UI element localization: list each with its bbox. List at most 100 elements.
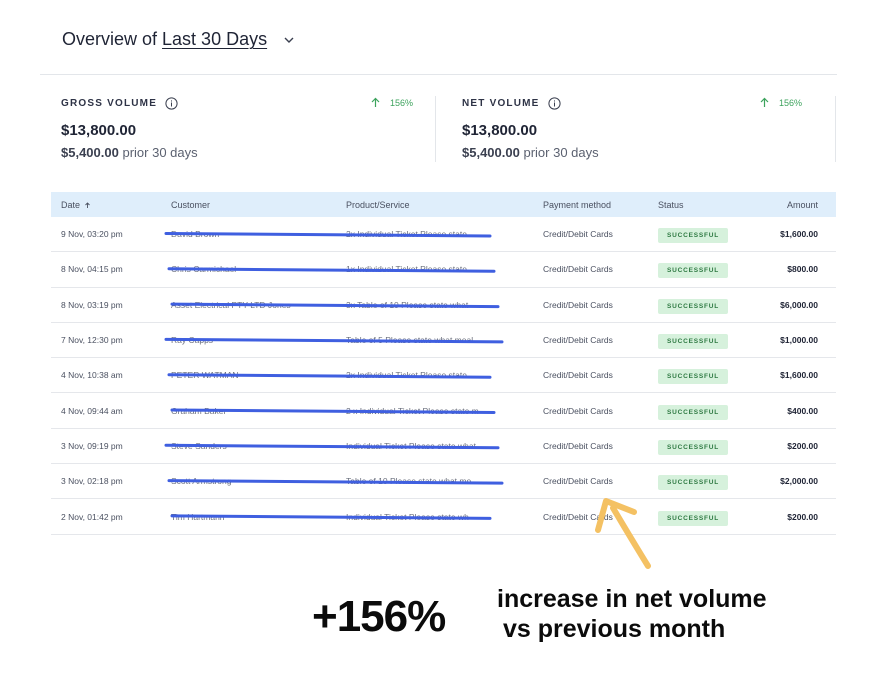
- status-badge: SUCCESSFUL: [658, 439, 729, 455]
- row-status: SUCCESSFUL: [658, 475, 729, 491]
- arrow-up-icon: [371, 97, 380, 107]
- row-payment-method: Credit/Debit Cards: [543, 229, 613, 240]
- table-row[interactable]: 3 Nov, 02:18 pm Scott Armstrong Table of 1…: [51, 464, 836, 500]
- info-icon[interactable]: [165, 96, 178, 110]
- sort-arrow-icon[interactable]: [84, 201, 91, 209]
- row-amount: $200.00: [787, 440, 818, 451]
- gross-volume-prior: $5,400.00 prior 30 days: [61, 145, 198, 160]
- table-row[interactable]: 4 Nov, 09:44 am Graham Baker 2 x Individua…: [51, 393, 836, 429]
- overview-prefix: Overview of: [62, 29, 158, 49]
- status-badge: SUCCESSFUL: [658, 369, 729, 385]
- column-payment: Payment method: [543, 199, 612, 210]
- row-status: SUCCESSFUL: [658, 334, 729, 350]
- row-payment-method: Credit/Debit Cards: [543, 370, 613, 381]
- row-date: 8 Nov, 03:19 pm: [61, 299, 123, 310]
- column-status: Status: [658, 199, 684, 210]
- column-customer: Customer: [171, 199, 211, 210]
- metric-divider: [835, 96, 836, 162]
- row-customer: Steve Sanders: [171, 440, 227, 451]
- row-amount: $1,000.00: [780, 335, 818, 346]
- row-customer: Graham Baker: [171, 405, 227, 416]
- row-payment-method: Credit/Debit Cards: [543, 299, 613, 310]
- row-amount: $800.00: [787, 264, 818, 275]
- row-status: SUCCESSFUL: [658, 369, 729, 385]
- row-payment-method: Credit/Debit Cards: [543, 405, 613, 416]
- row-amount: $400.00: [787, 405, 818, 416]
- annotation-caption-line2: vs previous month: [503, 615, 726, 643]
- row-payment-method: Credit/Debit Cards: [543, 476, 613, 487]
- column-date[interactable]: Date: [61, 200, 91, 210]
- status-badge: SUCCESSFUL: [658, 263, 729, 279]
- gross-volume-card: GROSS VOLUME 156% $13,800.00 $5,400.00 p…: [61, 96, 421, 160]
- table-row[interactable]: 7 Nov, 12:30 pm Ray Capps Table of 5 Pleas…: [51, 323, 836, 359]
- row-date: 9 Nov, 03:20 pm: [61, 229, 123, 240]
- metric-divider: [435, 96, 436, 162]
- row-date: 4 Nov, 09:44 am: [61, 405, 123, 416]
- row-status: SUCCESSFUL: [658, 263, 729, 279]
- gross-volume-value: $13,800.00: [61, 122, 137, 139]
- status-badge: SUCCESSFUL: [658, 510, 729, 526]
- overview-title: Overview of Last 30 Days: [62, 29, 296, 50]
- info-icon[interactable]: [547, 96, 561, 110]
- row-date: 3 Nov, 02:18 pm: [61, 476, 123, 487]
- row-product: 1x Individual Ticket Please state: [346, 264, 467, 275]
- status-badge: SUCCESSFUL: [658, 404, 729, 420]
- net-volume-prior: $5,400.00 prior 30 days: [462, 145, 599, 160]
- row-product: Individual Ticket Please state wh: [346, 511, 469, 522]
- row-product: 2x Individual Ticket Please state: [346, 229, 467, 240]
- table-row[interactable]: 3 Nov, 09:19 pm Steve Sanders Individual T…: [51, 429, 836, 465]
- transactions-table: Date Customer Product/Service Payment me…: [51, 192, 836, 535]
- row-customer: PETER WATMAN: [171, 370, 239, 381]
- table-row[interactable]: 2 Nov, 01:42 pm Tim Hartmann Individual Ti…: [51, 499, 836, 535]
- period-selector[interactable]: Last 30 Days: [162, 29, 267, 50]
- status-badge: SUCCESSFUL: [658, 334, 729, 350]
- annotation-percent: +156%: [312, 592, 446, 641]
- row-product: Individual Ticket Please state what: [346, 440, 476, 451]
- row-amount: $200.00: [787, 511, 818, 522]
- column-amount: Amount: [786, 199, 818, 210]
- row-customer: Asset Electrical PTY LTD Jones: [171, 299, 291, 310]
- row-customer: David Brown: [171, 229, 220, 240]
- row-customer: Chris Carmichael: [171, 264, 237, 275]
- row-status: SUCCESSFUL: [658, 298, 729, 314]
- table-row[interactable]: 8 Nov, 04:15 pm Chris Carmichael 1x Indivi…: [51, 252, 836, 288]
- row-product: 2x Individual Ticket Please state: [346, 370, 467, 381]
- row-status: SUCCESSFUL: [658, 404, 729, 420]
- row-amount: $1,600.00: [780, 370, 818, 381]
- row-payment-method: Credit/Debit Cards: [543, 440, 613, 451]
- row-date: 2 Nov, 01:42 pm: [61, 511, 123, 522]
- row-status: SUCCESSFUL: [658, 439, 729, 455]
- row-payment-method: Credit/Debit Cards: [543, 335, 613, 346]
- row-amount: $2,000.00: [780, 476, 818, 487]
- status-badge: SUCCESSFUL: [658, 475, 729, 491]
- header-divider: [40, 74, 837, 75]
- column-product: Product/Service: [346, 199, 410, 210]
- row-date: 3 Nov, 09:19 pm: [61, 440, 123, 451]
- row-date: 4 Nov, 10:38 am: [61, 370, 123, 381]
- net-volume-change: 156%: [760, 97, 802, 108]
- chevron-down-icon[interactable]: [282, 33, 296, 47]
- row-status: SUCCESSFUL: [658, 510, 729, 526]
- table-row[interactable]: 9 Nov, 03:20 pm David Brown 2x Individual …: [51, 217, 836, 253]
- row-amount: $1,600.00: [780, 229, 818, 240]
- status-badge: SUCCESSFUL: [658, 298, 729, 314]
- table-body: 9 Nov, 03:20 pm David Brown 2x Individual …: [51, 217, 836, 535]
- row-product: 3x Table of 10 Please state what: [346, 299, 469, 310]
- table-row[interactable]: 4 Nov, 10:38 am PETER WATMAN 2x Individual…: [51, 358, 836, 394]
- net-volume-card: NET VOLUME 156% $13,800.00 $5,400.00 pri…: [462, 96, 822, 160]
- net-volume-label: NET VOLUME: [462, 97, 540, 109]
- table-header: Date Customer Product/Service Payment me…: [51, 192, 836, 217]
- row-product: Table of 5 Please state what meal: [346, 335, 474, 346]
- table-row[interactable]: 8 Nov, 03:19 pm Asset Electrical PTY LTD …: [51, 288, 836, 323]
- row-product: 2 x Individual Ticket Please state m: [346, 405, 479, 416]
- row-payment-method: Credit/Debit Cards: [543, 511, 613, 522]
- annotation-caption-line1: increase in net volume: [497, 585, 767, 613]
- gross-volume-change: 156%: [371, 97, 413, 108]
- row-customer: Scott Armstrong: [171, 476, 232, 487]
- row-customer: Tim Hartmann: [171, 511, 225, 522]
- row-product: Table of 10 Please state what me: [346, 476, 472, 487]
- row-status: SUCCESSFUL: [658, 228, 729, 244]
- net-volume-value: $13,800.00: [462, 122, 538, 139]
- arrow-up-icon: [760, 97, 769, 107]
- row-date: 8 Nov, 04:15 pm: [61, 264, 123, 275]
